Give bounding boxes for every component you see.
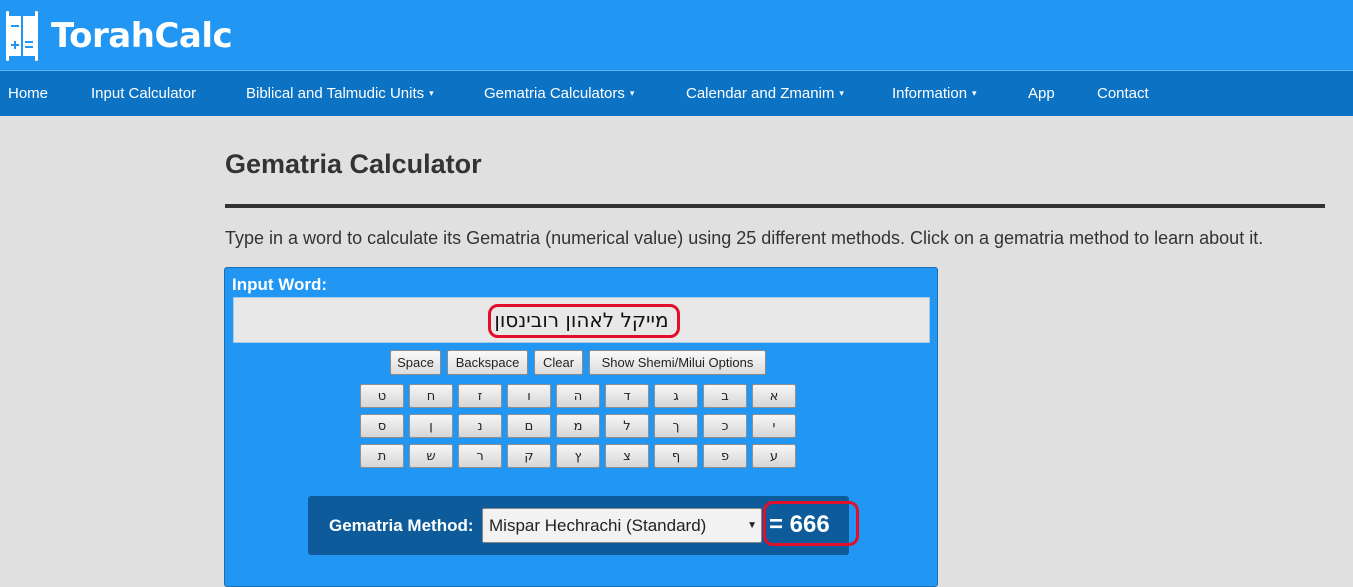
input-word-label: Input Word:	[232, 275, 328, 294]
nav-contact-label: Contact	[1097, 85, 1149, 102]
hebrew-key-row3-9[interactable]: ת	[360, 444, 404, 468]
backspace-button[interactable]: Backspace	[447, 350, 528, 375]
intro-text: Type in a word to calculate its Gematria…	[225, 228, 1264, 248]
hebrew-key-row1-2[interactable]: ב	[703, 384, 747, 408]
show-shemi-milui-button[interactable]: Show Shemi/Milui Options	[589, 350, 766, 375]
hebrew-key-row1-3[interactable]: ג	[654, 384, 698, 408]
nav-app-label: App	[1028, 85, 1055, 102]
nav-information[interactable]: Information ▾	[892, 71, 977, 116]
method-selected-value: Mispar Hechrachi (Standard)	[489, 516, 707, 535]
nav-gematria-label: Gematria Calculators	[484, 85, 625, 102]
hebrew-key-row1-5[interactable]: ה	[556, 384, 600, 408]
hebrew-key-row3-6[interactable]: ק	[507, 444, 551, 468]
hebrew-key-row2-7[interactable]: נ	[458, 414, 502, 438]
nav-app[interactable]: App	[1028, 71, 1055, 116]
nav-home-label: Home	[8, 85, 49, 102]
gematria-method-label: Gematria Method:	[329, 516, 474, 535]
hebrew-key-row2-8[interactable]: ן	[409, 414, 453, 438]
site-header: TorahCalc	[0, 0, 1353, 70]
gematria-method-select[interactable]: Mispar Hechrachi (Standard) ▼	[482, 508, 762, 543]
hebrew-key-row3-4[interactable]: צ	[605, 444, 649, 468]
hebrew-key-row1-6[interactable]: ו	[507, 384, 551, 408]
nav-input-calculator-label: Input Calculator	[91, 85, 197, 102]
nav-home[interactable]: Home	[8, 71, 48, 116]
page-title: Gematria Calculator	[225, 149, 482, 179]
hebrew-key-row2-4[interactable]: ל	[605, 414, 649, 438]
hebrew-key-row2-6[interactable]: ם	[507, 414, 551, 438]
hebrew-key-row3-7[interactable]: ר	[458, 444, 502, 468]
hebrew-key-row3-5[interactable]: ץ	[556, 444, 600, 468]
nav-input-calculator[interactable]: Input Calculator	[91, 71, 196, 116]
caret-down-icon: ▾	[629, 87, 635, 98]
hebrew-key-row1-9[interactable]: ט	[360, 384, 404, 408]
hebrew-key-row2-3[interactable]: ך	[654, 414, 698, 438]
hebrew-key-row3-3[interactable]: ף	[654, 444, 698, 468]
hebrew-key-row2-1[interactable]: י	[752, 414, 796, 438]
hebrew-key-row1-7[interactable]: ז	[458, 384, 502, 408]
hebrew-key-row3-2[interactable]: פ	[703, 444, 747, 468]
hebrew-key-row2-5[interactable]: מ	[556, 414, 600, 438]
caret-down-icon: ▾	[429, 87, 434, 98]
caret-down-icon: ▾	[839, 87, 844, 98]
nav-calendar-label: Calendar and Zmanim	[686, 85, 835, 102]
main-nav: Home Input Calculator Biblical and Talmu…	[0, 70, 1353, 116]
caret-down-icon: ▾	[972, 87, 977, 98]
nav-units[interactable]: Biblical and Talmudic Units ▾	[246, 71, 434, 116]
nav-contact[interactable]: Contact	[1097, 71, 1149, 116]
input-word-field[interactable]	[233, 297, 930, 343]
nav-information-label: Information	[892, 85, 968, 102]
hebrew-key-row1-1[interactable]: א	[752, 384, 796, 408]
clear-button[interactable]: Clear	[534, 350, 583, 375]
torah-scroll-logo-icon[interactable]	[5, 11, 39, 61]
nav-units-label: Biblical and Talmudic Units	[246, 85, 425, 102]
hebrew-key-row3-1[interactable]: ע	[752, 444, 796, 468]
title-divider	[225, 204, 1325, 208]
hebrew-key-row1-8[interactable]: ח	[409, 384, 453, 408]
dropdown-arrow-icon: ▼	[747, 520, 757, 531]
nav-calendar[interactable]: Calendar and Zmanim ▾	[686, 71, 844, 116]
nav-gematria[interactable]: Gematria Calculators ▾	[484, 71, 634, 116]
gematria-result: = 666	[769, 511, 830, 538]
space-button[interactable]: Space	[390, 350, 441, 375]
hebrew-key-row3-8[interactable]: ש	[409, 444, 453, 468]
brand-name[interactable]: TorahCalc	[51, 14, 233, 58]
hebrew-key-row2-9[interactable]: ס	[360, 414, 404, 438]
hebrew-key-row1-4[interactable]: ד	[605, 384, 649, 408]
hebrew-key-row2-2[interactable]: כ	[703, 414, 747, 438]
